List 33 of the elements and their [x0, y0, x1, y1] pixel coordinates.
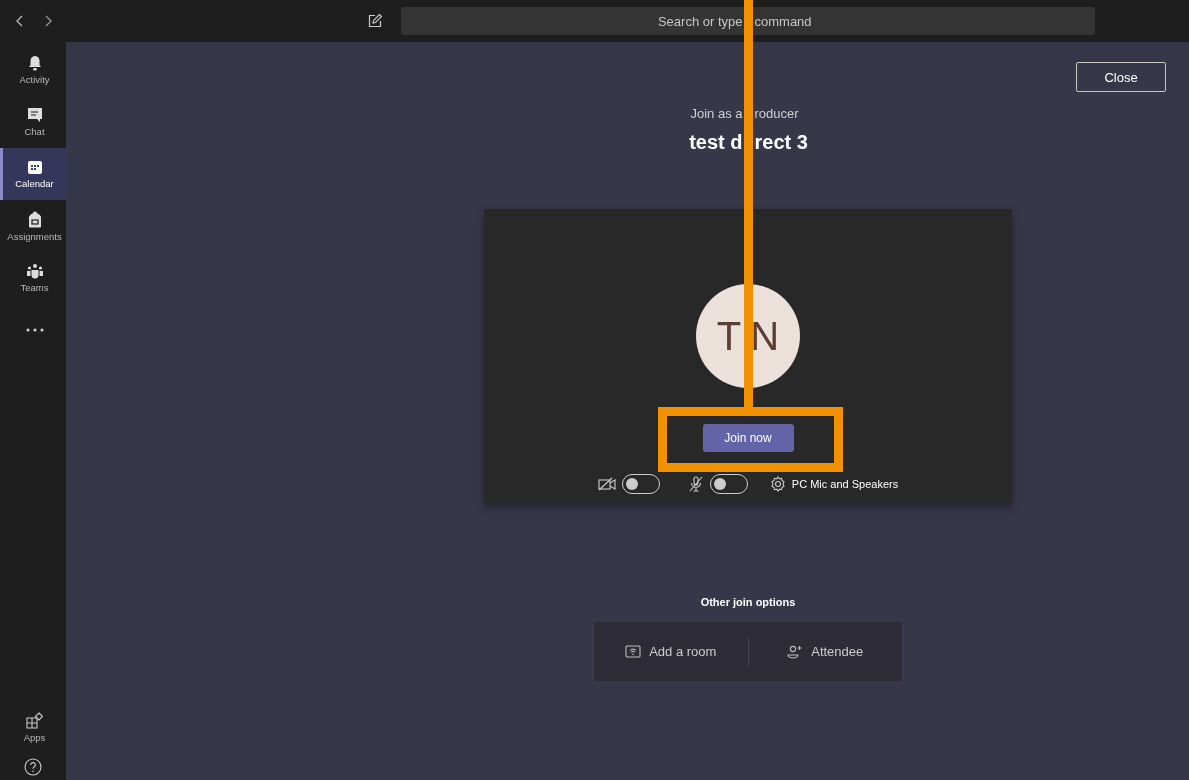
join-role-text: Join as a: [689, 106, 744, 121]
forward-icon[interactable]: [44, 15, 52, 27]
more-icon: [25, 328, 44, 332]
backpack-icon: [27, 210, 42, 228]
back-icon[interactable]: [16, 15, 24, 27]
settings-icon[interactable]: [769, 476, 786, 492]
camera-off-icon: [597, 477, 616, 491]
close-button[interactable]: Close: [1076, 62, 1166, 92]
audio-device-link[interactable]: PC Mic and Speakers: [791, 478, 899, 490]
sidebar-item[interactable]: Chat: [0, 96, 66, 148]
help-icon[interactable]: [24, 758, 42, 776]
sidebar-item[interactable]: Apps: [0, 706, 66, 748]
calendar-icon: [26, 159, 43, 175]
section-heading: Other join options: [700, 596, 796, 608]
meeting-title: test d: [688, 131, 744, 154]
join-option-button[interactable]: Attendee: [748, 622, 902, 681]
mic-off-icon: [687, 476, 704, 492]
sidebar-item[interactable]: Teams: [0, 252, 66, 304]
apps-icon: [26, 711, 43, 729]
sidebar-item[interactable]: Assignments: [0, 200, 66, 252]
search-field[interactable]: Search or type command: [401, 7, 1095, 35]
room-icon: [625, 644, 642, 659]
add-person-icon: [787, 644, 804, 659]
teams-icon: [25, 263, 44, 279]
join-now-button[interactable]: Join now: [702, 424, 794, 452]
sidebar-item[interactable]: Calendar: [0, 148, 66, 200]
join-role-text: roducer: [753, 106, 800, 121]
sidebar-item[interactable]: Activity: [0, 44, 66, 96]
join-option-button[interactable]: Add a room: [594, 622, 748, 681]
compose-icon[interactable]: [368, 14, 382, 28]
meeting-title: rect 3: [753, 131, 809, 154]
bell-icon: [27, 55, 42, 71]
chat-icon: [26, 107, 43, 123]
